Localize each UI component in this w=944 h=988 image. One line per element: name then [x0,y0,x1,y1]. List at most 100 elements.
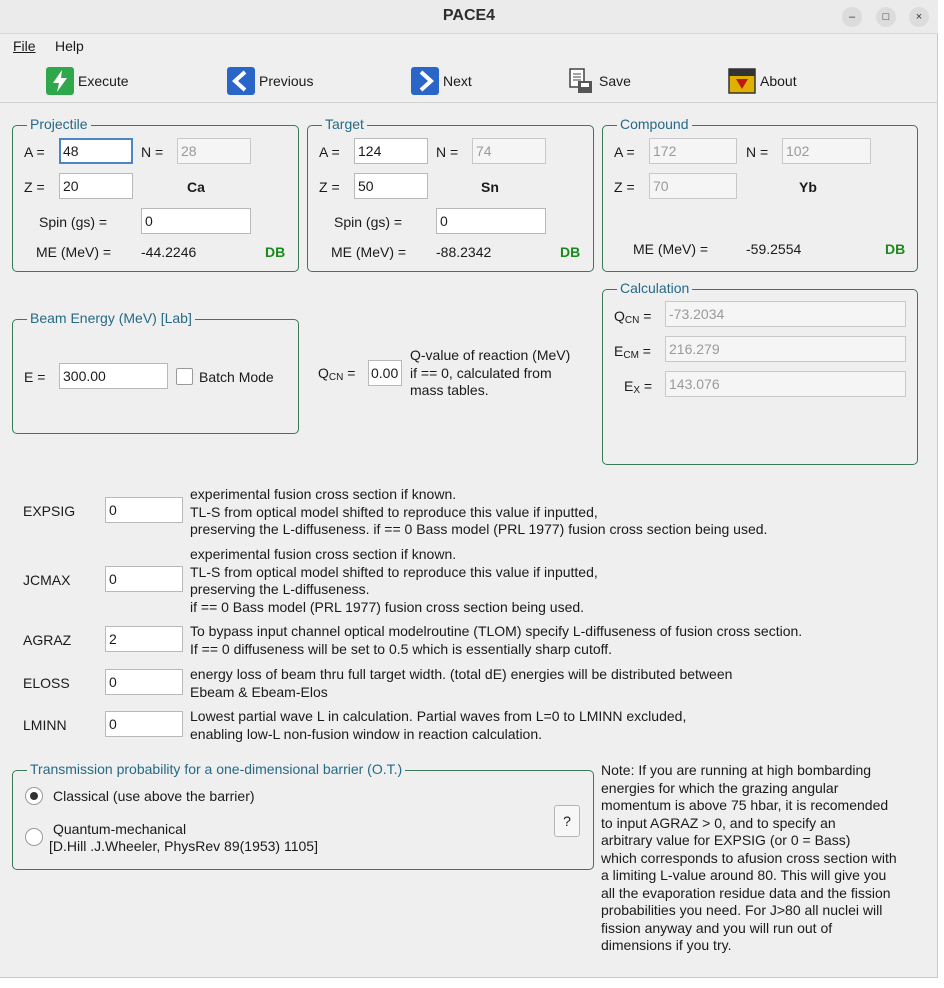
batch-mode-label: Batch Mode [199,369,274,385]
note-text: Note: If you are running at high bombard… [601,762,897,953]
compound-title: Compound [617,116,692,132]
calc-qcn-label: QCN = [614,308,652,326]
target-n-label: N = [436,144,459,160]
chevron-left-icon [227,67,255,95]
target-spin-input[interactable]: 0 [436,208,546,234]
projectile-group: Projectile A = 48 N = 28 Z = 20 Ca Spin … [12,116,299,272]
batch-mode-checkbox[interactable] [176,368,193,385]
transmission-help-button[interactable]: ? [554,805,580,837]
window-title: PACE4 [442,7,496,24]
compound-a-label: A = [614,144,635,160]
minimize-button[interactable]: – [842,7,862,27]
target-db-link[interactable]: DB [560,244,580,260]
target-group: Target A = 124 N = 74 Z = 50 Sn Spin (gs… [307,116,594,272]
lminn-input[interactable]: 0 [105,711,183,737]
projectile-a-label: A = [24,144,45,160]
lightning-icon [46,67,74,95]
eloss-description: energy loss of beam thru full target wid… [190,666,733,700]
target-title: Target [322,116,367,132]
jcmax-input[interactable]: 0 [105,566,183,592]
compound-me-value: -59.2554 [746,241,802,257]
projectile-me-value: -44.2246 [141,244,197,260]
transmission-group: Transmission probability for a one-dimen… [12,761,594,870]
save-document-icon [569,68,592,93]
target-symbol: Sn [481,179,499,195]
compound-symbol: Yb [799,179,817,195]
save-button[interactable]: Save [566,65,631,97]
execute-button[interactable]: Execute [45,65,129,97]
compound-me-label: ME (MeV) = [633,241,709,257]
app-window: PACE4 – □ × File Help Execute Previous N… [0,0,938,978]
chevron-right-icon [411,67,439,95]
quantum-label: Quantum-mechanical [53,821,187,837]
projectile-z-label: Z = [24,179,45,195]
toolbar: Execute Previous Next Save About [0,59,938,103]
expsig-description: experimental fusion cross section if kno… [190,486,768,537]
beam-energy-input[interactable]: 300.00 [59,363,168,389]
about-label: About [760,73,797,89]
projectile-a-input[interactable]: 48 [59,138,133,164]
agraz-input[interactable]: 2 [105,626,183,652]
lminn-label: LMINN [23,717,67,733]
agraz-description: To bypass input channel optical modelrou… [190,623,803,657]
projectile-spin-label: Spin (gs) = [39,214,108,230]
compound-a-field: 172 [649,138,737,164]
eloss-label: ELOSS [23,675,70,691]
title-bar: PACE4 – □ × [0,0,938,34]
projectile-spin-input[interactable]: 0 [141,208,251,234]
calculation-title: Calculation [617,280,693,296]
compound-n-field: 102 [782,138,871,164]
beam-energy-title: Beam Energy (MeV) [Lab] [27,310,195,326]
about-icon [728,68,756,94]
projectile-z-input[interactable]: 20 [59,173,133,199]
eloss-input[interactable]: 0 [105,669,183,695]
projectile-n-label: N = [141,144,164,160]
maximize-button[interactable]: □ [876,7,896,27]
lminn-description: Lowest partial wave L in calculation. Pa… [190,708,687,742]
save-label: Save [599,73,631,89]
compound-group: Compound A = 172 N = 102 Z = 70 Yb ME (M… [602,116,918,272]
quantum-radio[interactable] [25,828,43,846]
target-z-label: Z = [319,179,340,195]
menu-file[interactable]: File [13,38,36,54]
target-me-value: -88.2342 [436,244,492,260]
beam-energy-label: E = [24,369,46,385]
calc-ecm-field: 216.279 [665,336,906,362]
jcmax-description: experimental fusion cross section if kno… [190,546,598,615]
beam-energy-group: Beam Energy (MeV) [Lab] E = 300.00 Batch… [12,310,299,434]
transmission-title: Transmission probability for a one-dimen… [27,761,406,777]
expsig-label: EXPSIG [23,503,76,519]
target-spin-label: Spin (gs) = [334,214,403,230]
projectile-symbol: Ca [187,179,205,195]
target-a-input[interactable]: 124 [354,138,428,164]
compound-z-field: 70 [649,173,737,199]
about-button[interactable]: About [727,65,797,97]
qcn-input[interactable]: 0.00 [368,360,402,386]
calc-qcn-field: -73.2034 [665,301,906,327]
target-a-label: A = [319,144,340,160]
classical-radio[interactable] [25,787,43,805]
compound-db-link[interactable]: DB [885,241,905,257]
menu-bar: File Help [0,35,938,59]
jcmax-label: JCMAX [23,572,71,588]
next-label: Next [443,73,472,89]
projectile-title: Projectile [27,116,91,132]
qcn-label: QCN = [318,365,356,383]
previous-label: Previous [259,73,314,89]
agraz-label: AGRAZ [23,632,72,648]
target-n-field: 74 [472,138,546,164]
menu-help[interactable]: Help [55,38,84,54]
calc-ex-field: 143.076 [665,371,906,397]
close-button[interactable]: × [909,7,929,27]
classical-label: Classical (use above the barrier) [53,788,255,804]
next-button[interactable]: Next [410,65,472,97]
execute-label: Execute [78,73,129,89]
projectile-db-link[interactable]: DB [265,244,285,260]
calculation-group: Calculation QCN = -73.2034 ECM = 216.279… [602,280,918,465]
calc-ecm-label: ECM = [614,343,651,361]
target-z-input[interactable]: 50 [354,173,428,199]
previous-button[interactable]: Previous [226,65,313,97]
quantum-reference: [D.Hill .J.Wheeler, PhysRev 89(1953) 110… [49,838,318,854]
projectile-n-field: 28 [177,138,251,164]
expsig-input[interactable]: 0 [105,497,183,523]
